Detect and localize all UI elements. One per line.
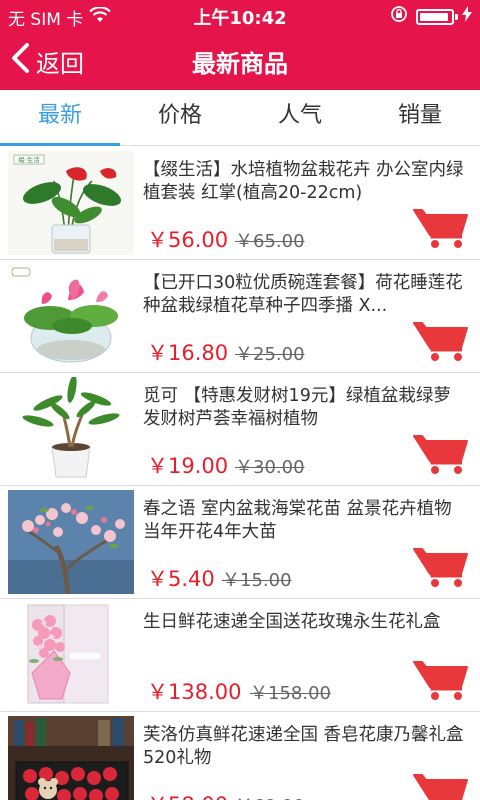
product-image: 缀·生活 — [8, 151, 134, 255]
tab-popularity[interactable]: 人气 — [240, 90, 360, 145]
product-item[interactable]: 生日鲜花速递全国送花玫瑰永生花礼盒 ￥138.00 ￥158.00 — [0, 599, 480, 712]
product-item[interactable]: 春之语 室内盆栽海棠花苗 盆景花卉植物 当年开花4年大苗 ￥5.40 ￥15.0… — [0, 486, 480, 599]
original-price: ￥65.00 — [235, 231, 305, 252]
back-label: 返回 — [36, 49, 84, 78]
rotation-lock-icon — [390, 5, 408, 28]
cart-icon[interactable] — [412, 207, 470, 253]
product-price: ￥138.00 — [147, 680, 242, 704]
product-price: ￥5.40 — [147, 567, 215, 591]
original-price: ￥158.00 — [250, 683, 331, 704]
charging-icon — [462, 6, 472, 27]
product-image — [8, 490, 134, 594]
product-title: 【已开口30粒优质碗莲套餐】荷花睡莲花种盆栽绿植花草种子四季播 X... — [143, 273, 463, 316]
product-item[interactable]: 缀·生活 【缀生活】水培植物盆栽花卉 办公室内绿植套装 红掌(植高20-22cm… — [0, 147, 480, 260]
product-price: ￥56.00 — [147, 228, 229, 252]
tab-price[interactable]: 价格 — [120, 90, 240, 145]
original-price: ￥68.00 — [235, 792, 305, 800]
status-bar: 无 SIM 卡 上午10:42 — [0, 0, 480, 30]
original-price: ￥15.00 — [222, 570, 292, 591]
product-image — [8, 264, 134, 368]
nav-bar: 返回 最新商品 — [0, 30, 480, 90]
cart-icon[interactable] — [412, 546, 470, 592]
tab-newest[interactable]: 最新 — [0, 90, 120, 146]
product-price: ￥58.00 — [147, 789, 228, 800]
product-price: ￥16.80 — [147, 341, 229, 365]
product-item[interactable]: 觅可 【特惠发财树19元】绿植盆栽绿萝发财树芦荟幸福树植物 ￥19.00 ￥30… — [0, 373, 480, 486]
cart-icon[interactable] — [412, 772, 470, 800]
product-image — [8, 377, 134, 481]
cart-icon[interactable] — [412, 320, 470, 366]
svg-text:缀·生活: 缀·生活 — [18, 155, 40, 164]
product-item[interactable]: 【已开口30粒优质碗莲套餐】荷花睡莲花种盆栽绿植花草种子四季播 X... ￥16… — [0, 260, 480, 373]
product-title: 【缀生活】水培植物盆栽花卉 办公室内绿植套装 红掌(植高20-22cm) — [143, 160, 464, 203]
battery-icon — [416, 8, 458, 25]
product-image — [8, 603, 134, 707]
tab-sales[interactable]: 销量 — [360, 90, 480, 145]
cart-icon[interactable] — [412, 659, 470, 705]
product-title: 觅可 【特惠发财树19元】绿植盆栽绿萝发财树芦荟幸福树植物 — [143, 386, 451, 429]
product-price: ￥19.00 — [147, 454, 229, 478]
back-button[interactable]: 返回 — [10, 42, 84, 80]
chevron-left-icon — [10, 42, 30, 80]
original-price: ￥25.00 — [235, 344, 305, 365]
product-image — [8, 716, 134, 800]
product-title: 生日鲜花速递全国送花玫瑰永生花礼盒 — [143, 612, 441, 632]
product-list: 缀·生活 【缀生活】水培植物盆栽花卉 办公室内绿植套装 红掌(植高20-22cm… — [0, 147, 480, 800]
product-item[interactable]: 芙洛仿真鲜花速递全国 香皂花康乃馨礼盒520礼物 ￥58.00 ￥68.00 — [0, 712, 480, 800]
sort-tabs: 最新 价格 人气 销量 — [0, 90, 480, 146]
cart-icon[interactable] — [412, 433, 470, 479]
original-price: ￥30.00 — [235, 457, 305, 478]
product-title: 芙洛仿真鲜花速递全国 香皂花康乃馨礼盒520礼物 — [143, 725, 464, 768]
product-title: 春之语 室内盆栽海棠花苗 盆景花卉植物 当年开花4年大苗 — [143, 499, 452, 542]
